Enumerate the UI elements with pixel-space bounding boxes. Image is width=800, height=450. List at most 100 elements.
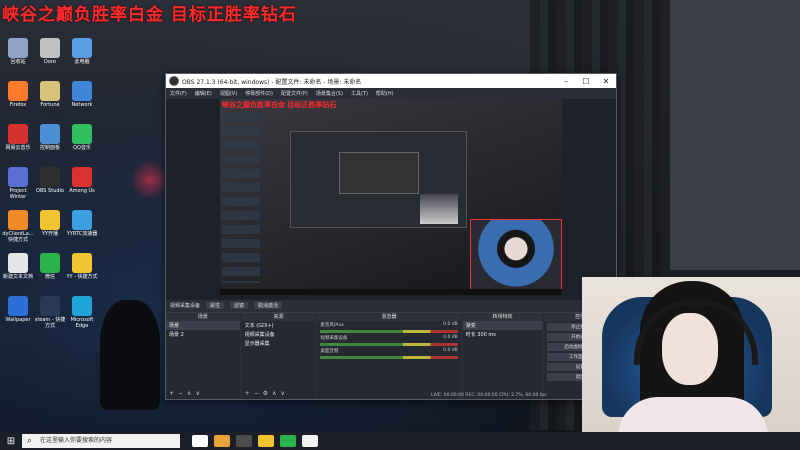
preview-camera-source-selected[interactable] <box>470 219 562 293</box>
desktop-icon-label: Project Winter <box>9 188 27 200</box>
desktop-icon[interactable]: Network <box>66 81 98 108</box>
transition-select[interactable]: 渐变 <box>462 321 543 330</box>
close-icon[interactable]: ✕ <box>596 77 616 86</box>
desktop-icon-label: Fortune <box>40 102 60 108</box>
taskbar-app-icon[interactable] <box>236 435 252 447</box>
app-icon <box>8 296 28 316</box>
taskbar-app-icon[interactable] <box>214 435 230 447</box>
desktop-icon[interactable]: 回收站 <box>2 38 34 65</box>
preview-canvas[interactable]: 峡谷之巅负胜率白金 目标正胜率钻石 <box>220 99 562 295</box>
app-icon <box>72 296 92 316</box>
desktop-icon[interactable]: Doro <box>34 38 66 65</box>
app-icon <box>40 253 60 273</box>
app-icon <box>8 124 28 144</box>
preview-desktop-icons <box>222 113 260 283</box>
mixer-volume-meter[interactable] <box>320 330 458 333</box>
minimize-icon[interactable]: – <box>556 77 576 86</box>
transitions-header: 转场特效 <box>462 313 543 321</box>
desktop-icon-label: 此电脑 <box>74 59 90 65</box>
source-item[interactable]: 文本 (GDI+) <box>242 321 316 330</box>
source-filters-button[interactable]: 滤镜 <box>230 302 249 309</box>
desktop-icon-label: dyClientLa... 快捷方式 <box>2 231 34 243</box>
windows-start-icon[interactable]: ⊞ <box>0 436 22 447</box>
desktop-icon[interactable]: QQ音乐 <box>66 124 98 151</box>
sources-header: 来源 <box>241 313 316 321</box>
desktop-icon[interactable]: Firefox <box>2 81 34 108</box>
transition-duration[interactable]: 时长 300 ms <box>463 330 543 339</box>
mixer-volume-meter[interactable] <box>320 356 458 359</box>
source-controls[interactable]: +−⚙∧∨ <box>245 390 289 397</box>
scene-controls[interactable]: +−∧∨ <box>169 390 204 397</box>
taskbar-app-icon[interactable] <box>258 435 274 447</box>
obs-window-title: OBS 27.1.3 (64-bit, windows) - 配置文件: 未命名… <box>182 78 362 86</box>
app-icon <box>72 38 92 58</box>
desktop-icon-label: 微信 <box>44 274 55 280</box>
scene-item[interactable]: 场景 2 <box>166 330 240 339</box>
windows-taskbar: ⊞ 在这里输入你要搜索的内容 <box>0 432 800 450</box>
menu-item[interactable]: 帮助(H) <box>376 90 394 97</box>
taskbar-app-icon[interactable] <box>280 435 296 447</box>
desktop-icon-label: Wallpaper <box>5 317 31 323</box>
menu-item[interactable]: 停靠部件(D) <box>245 90 273 97</box>
taskbar-search-input[interactable]: 在这里输入你要搜索的内容 <box>22 434 180 448</box>
mixer-volume-meter[interactable] <box>320 343 458 346</box>
desktop-icon[interactable]: Microsoft Edge <box>66 296 98 329</box>
desktop-icon-label: YYRTC加速器 <box>66 231 98 237</box>
source-deactivate-button[interactable]: 取消激活 <box>254 302 283 309</box>
scenes-header: 场景 <box>166 313 240 321</box>
desktop-icon[interactable]: Fortune <box>34 81 66 108</box>
source-toolbar: 视频采集设备 属性 滤镜 取消激活 <box>166 300 620 311</box>
desktop-icon[interactable]: 此电脑 <box>66 38 98 65</box>
source-item[interactable]: 视频采集设备 <box>242 330 316 339</box>
preview-nested-camera <box>420 194 458 224</box>
menu-item[interactable]: 编辑(E) <box>195 90 212 97</box>
taskbar-app-icon[interactable] <box>192 435 208 447</box>
obs-menubar: 文件(F) 编辑(E) 视图(V) 停靠部件(D) 配置文件(P) 场景集合(S) 工具(T… <box>166 88 616 99</box>
menu-item[interactable]: 场景集合(S) <box>316 90 343 97</box>
app-icon <box>72 167 92 187</box>
app-icon <box>72 81 92 101</box>
desktop-icon-label: QQ音乐 <box>73 145 91 151</box>
desktop-icon[interactable]: steam - 快捷方式 <box>34 296 66 329</box>
desktop-icon-label: steam - 快捷方式 <box>34 317 66 329</box>
source-item[interactable]: 显示器采集 <box>242 339 316 348</box>
desktop-icon[interactable]: 网易云音乐 <box>2 124 34 151</box>
desktop-icon-label: 新建文本文档 <box>2 274 33 280</box>
taskbar-app-icon[interactable] <box>302 435 318 447</box>
menu-item[interactable]: 文件(F) <box>170 90 187 97</box>
app-icon <box>72 253 92 273</box>
app-icon <box>40 38 60 58</box>
desktop-icon[interactable]: Wallpaper <box>2 296 34 323</box>
menu-item[interactable]: 配置文件(P) <box>281 90 308 97</box>
desktop-icon[interactable]: OBS Studio <box>34 167 66 194</box>
scene-item[interactable]: 场景 <box>166 321 240 330</box>
desktop-icon[interactable]: 新建文本文档 <box>2 253 34 280</box>
preview-taskbar <box>220 289 562 295</box>
desktop-icon[interactable]: YY - 快捷方式 <box>66 253 98 280</box>
app-icon <box>8 253 28 273</box>
mixer-header: 混音器 <box>317 313 461 321</box>
obs-window[interactable]: OBS 27.1.3 (64-bit, windows) - 配置文件: 未命名… <box>165 73 620 400</box>
desktop-icon-label: YY - 快捷方式 <box>66 274 98 280</box>
desktop-icon-label: Microsoft Edge <box>70 317 94 329</box>
maximize-icon[interactable]: ☐ <box>576 77 596 86</box>
menu-item[interactable]: 工具(T) <box>351 90 368 97</box>
desktop-icon-label: Among Us <box>69 188 95 194</box>
app-icon <box>40 296 60 316</box>
desktop-icon-label: OBS Studio <box>36 188 64 194</box>
source-properties-button[interactable]: 属性 <box>206 302 225 309</box>
desktop-icon[interactable]: YYRTC加速器 <box>66 210 98 237</box>
desktop-icon[interactable]: 控制面板 <box>34 124 66 151</box>
desktop-icon[interactable]: Among Us <box>66 167 98 194</box>
desktop-icon[interactable]: 微信 <box>34 253 66 280</box>
menu-item[interactable]: 视图(V) <box>220 90 237 97</box>
preview-nested-obs-inner <box>339 152 419 194</box>
desktop-icon[interactable]: Project Winter <box>2 167 34 200</box>
obs-titlebar[interactable]: OBS 27.1.3 (64-bit, windows) - 配置文件: 未命名… <box>166 74 616 88</box>
desktop-icon[interactable]: dyClientLa... 快捷方式 <box>2 210 34 243</box>
app-icon <box>40 81 60 101</box>
obs-preview[interactable]: 峡谷之巅负胜率白金 目标正胜率钻石 <box>166 99 616 304</box>
desktop-icon-label: Firefox <box>9 102 27 108</box>
desktop-icon-label: 回收站 <box>10 59 26 65</box>
desktop-icon[interactable]: YY开播 <box>34 210 66 237</box>
